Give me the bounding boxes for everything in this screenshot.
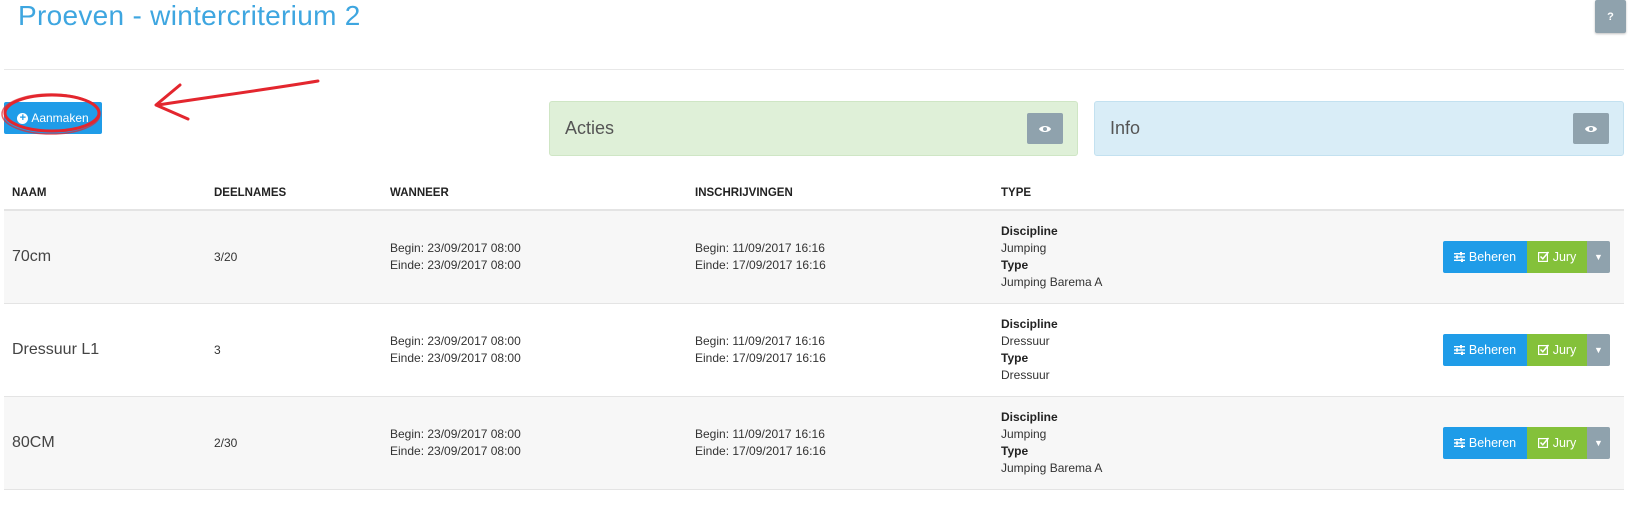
jury-label: Jury (1552, 342, 1577, 357)
column-header-naam[interactable]: NAAM (4, 177, 206, 211)
row-action-group: Beheren Jury ▼ (1421, 240, 1624, 273)
table-row: Dressuur L1 3 Begin: 23/09/2017 08:00 Ei… (4, 303, 1624, 397)
discipline-value: Dressuur (1001, 333, 1050, 348)
proef-inschrijvingen: Begin: 11/09/2017 16:16 Einde: 17/09/201… (687, 396, 993, 490)
type-label: Type (1001, 257, 1029, 272)
eye-icon (1585, 125, 1597, 132)
check-square-icon (1537, 251, 1549, 263)
jury-label: Jury (1552, 249, 1577, 264)
row-action-group: Beheren Jury ▼ (1421, 426, 1624, 459)
wanneer-einde: Einde: 23/09/2017 08:00 (390, 443, 521, 458)
wanneer-einde: Einde: 23/09/2017 08:00 (390, 257, 521, 272)
discipline-label: Discipline (1001, 316, 1058, 331)
page-title: Proeven - wintercriterium 2 (18, 0, 361, 31)
proef-deelnames: 2/30 (206, 396, 382, 490)
proeven-table: NAAM DEELNAMES WANNEER INSCHRIJVINGEN TY… (4, 177, 1624, 490)
proef-actions: Beheren Jury ▼ (1413, 303, 1624, 397)
proef-inschrijvingen: Begin: 11/09/2017 16:16 Einde: 17/09/201… (687, 303, 993, 397)
wanneer-begin: Begin: 23/09/2017 08:00 (390, 333, 521, 348)
check-square-icon (1537, 437, 1549, 448)
beheren-button[interactable]: Beheren (1443, 333, 1527, 366)
proef-deelnames: 3/20 (206, 210, 382, 304)
jury-button[interactable]: Jury (1527, 426, 1587, 459)
beheren-label: Beheren (1468, 435, 1517, 450)
proef-type: Discipline Dressuur Type Dressuur (993, 303, 1413, 397)
wanneer-einde: Einde: 23/09/2017 08:00 (390, 350, 521, 365)
proef-wanneer: Begin: 23/09/2017 08:00 Einde: 23/09/201… (382, 396, 687, 490)
actions-dropdown-button[interactable]: ▼ (1587, 426, 1610, 459)
type-label: Type (1001, 443, 1029, 458)
discipline-value: Jumping (1001, 426, 1047, 441)
actions-dropdown-button[interactable]: ▼ (1587, 240, 1610, 273)
acties-toggle-button[interactable] (1027, 113, 1063, 144)
type-value: Dressuur (1001, 367, 1050, 382)
beheren-button[interactable]: Beheren (1443, 426, 1527, 459)
sliders-icon (1453, 437, 1465, 448)
actions-dropdown-button[interactable]: ▼ (1587, 333, 1610, 366)
row-action-group: Beheren Jury ▼ (1421, 333, 1624, 366)
type-value: Jumping Barema A (1001, 274, 1103, 289)
info-panel: Info (1094, 101, 1624, 156)
discipline-label: Discipline (1001, 409, 1058, 424)
jury-button[interactable]: Jury (1527, 240, 1587, 273)
column-header-type[interactable]: TYPE (993, 177, 1413, 211)
inschrijving-einde: Einde: 17/09/2017 16:16 (695, 350, 826, 365)
help-button[interactable]: ? (1595, 0, 1626, 33)
type-value: Jumping Barema A (1001, 460, 1103, 475)
info-toggle-button[interactable] (1573, 113, 1609, 144)
discipline-value: Jumping (1001, 240, 1047, 255)
header-divider (4, 69, 1624, 70)
inschrijving-einde: Einde: 17/09/2017 16:16 (695, 257, 826, 272)
proef-type: Discipline Jumping Type Jumping Barema A (993, 210, 1413, 304)
jury-button[interactable]: Jury (1527, 333, 1587, 366)
proef-deelnames: 3 (206, 303, 382, 397)
type-label: Type (1001, 350, 1029, 365)
proef-type: Discipline Jumping Type Jumping Barema A (993, 396, 1413, 490)
inschrijving-einde: Einde: 17/09/2017 16:16 (695, 443, 826, 458)
column-header-inschrijvingen[interactable]: INSCHRIJVINGEN (687, 177, 993, 211)
proef-wanneer: Begin: 23/09/2017 08:00 Einde: 23/09/201… (382, 210, 687, 304)
proef-name: 70cm (4, 210, 206, 304)
acties-panel: Acties (549, 101, 1078, 156)
sliders-icon (1453, 344, 1465, 355)
proef-actions: Beheren Jury ▼ (1413, 396, 1624, 490)
info-panel-title: Info (1110, 118, 1141, 138)
beheren-label: Beheren (1468, 342, 1517, 357)
create-button-label: Aanmaken (31, 111, 89, 125)
column-header-actions (1413, 177, 1624, 211)
column-header-deelnames[interactable]: DEELNAMES (206, 177, 382, 211)
proef-name: Dressuur L1 (4, 303, 206, 397)
proef-name: 80CM (4, 396, 206, 490)
beheren-button[interactable]: Beheren (1443, 240, 1527, 273)
wanneer-begin: Begin: 23/09/2017 08:00 (390, 426, 521, 441)
beheren-label: Beheren (1468, 249, 1517, 264)
jury-label: Jury (1552, 435, 1577, 450)
inschrijving-begin: Begin: 11/09/2017 16:16 (695, 240, 825, 255)
acties-panel-title: Acties (565, 118, 615, 138)
caret-down-icon: ▼ (1594, 437, 1603, 448)
caret-down-icon: ▼ (1594, 344, 1603, 355)
eye-icon (1039, 125, 1051, 132)
create-button[interactable]: + Aanmaken (4, 102, 102, 134)
proef-wanneer: Begin: 23/09/2017 08:00 Einde: 23/09/201… (382, 303, 687, 397)
caret-down-icon: ▼ (1594, 251, 1603, 262)
proef-inschrijvingen: Begin: 11/09/2017 16:16 Einde: 17/09/201… (687, 210, 993, 304)
proef-actions: Beheren Jury ▼ (1413, 210, 1624, 304)
annotation-arrow (154, 79, 320, 121)
table-header-row: NAAM DEELNAMES WANNEER INSCHRIJVINGEN TY… (4, 177, 1624, 211)
inschrijving-begin: Begin: 11/09/2017 16:16 (695, 426, 825, 441)
wanneer-begin: Begin: 23/09/2017 08:00 (390, 240, 521, 255)
inschrijving-begin: Begin: 11/09/2017 16:16 (695, 333, 825, 348)
column-header-wanneer[interactable]: WANNEER (382, 177, 687, 211)
plus-circle-icon: + (17, 112, 29, 124)
check-square-icon (1537, 344, 1549, 355)
sliders-icon (1453, 251, 1465, 262)
table-row: 70cm 3/20 Begin: 23/09/2017 08:00 Einde:… (4, 210, 1624, 304)
discipline-label: Discipline (1001, 223, 1058, 238)
table-row: 80CM 2/30 Begin: 23/09/2017 08:00 Einde:… (4, 396, 1624, 490)
